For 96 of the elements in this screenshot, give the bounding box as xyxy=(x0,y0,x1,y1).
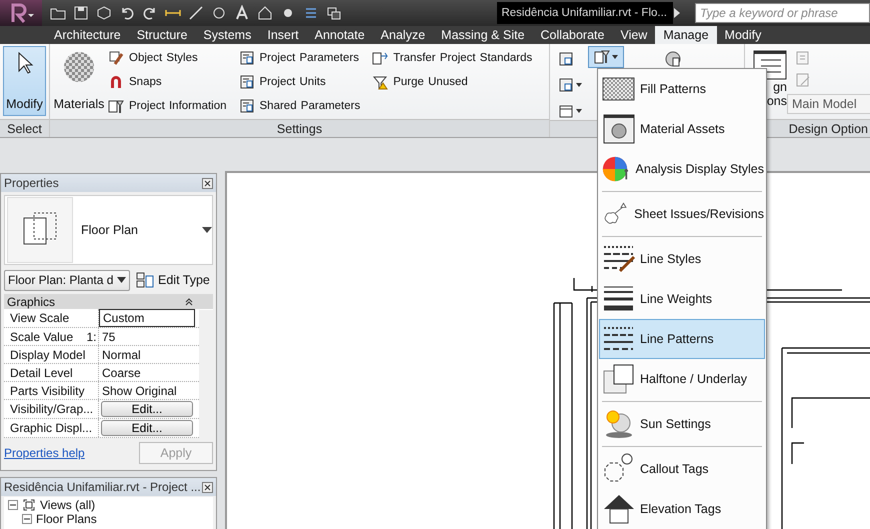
collapse-icon[interactable] xyxy=(185,298,193,306)
parameters-icon xyxy=(238,74,255,90)
ribbon-command[interactable]: Object Styles xyxy=(129,52,198,64)
property-name: Display Model xyxy=(4,346,99,364)
menu-item[interactable]: Halftone / Underlay xyxy=(599,359,765,399)
ribbon-tab[interactable]: Massing & Site xyxy=(433,26,533,44)
app-menu-button[interactable] xyxy=(0,0,42,26)
design-option-select[interactable]: Main Model xyxy=(787,94,870,114)
property-name: View Scale xyxy=(4,309,99,328)
palette-title: Properties xyxy=(4,176,59,190)
ribbon-tab[interactable]: Analyze xyxy=(372,26,434,44)
ribbon-command[interactable]: Snaps xyxy=(129,76,162,88)
tree-item[interactable]: Views (all) xyxy=(40,498,96,512)
group-header: Graphics xyxy=(7,294,56,309)
collapse-icon[interactable] xyxy=(22,514,32,524)
overlapping-squares-icon xyxy=(602,363,636,395)
ribbon-command[interactable]: Project Units xyxy=(260,76,326,88)
menu-item[interactable]: Analysis Display Styles xyxy=(599,149,765,189)
material-icon xyxy=(602,113,636,145)
caret-icon xyxy=(117,277,126,283)
caret-icon[interactable] xyxy=(576,108,582,114)
parameters-icon[interactable] xyxy=(558,77,574,93)
property-value: Coarse xyxy=(101,364,142,382)
ribbon-command[interactable]: Shared Parameters xyxy=(260,100,360,112)
brush-icon xyxy=(108,50,124,66)
edit-button[interactable]: Edit... xyxy=(101,401,193,418)
caret-icon xyxy=(202,227,212,233)
type-selector[interactable]: Floor Plan xyxy=(4,195,213,265)
property-name: Graphic Displ... xyxy=(4,419,99,438)
materials-button[interactable]: Materials xyxy=(53,46,105,116)
menu-item[interactable]: Sheet Issues/Revisions xyxy=(599,194,765,234)
save-icon[interactable] xyxy=(73,5,89,21)
edit-type-button[interactable]: Edit Type xyxy=(136,272,210,288)
panel-label: Settings xyxy=(50,119,549,137)
parameters-icon xyxy=(238,98,255,114)
house-icon[interactable] xyxy=(257,5,273,21)
palette-title: Residência Unifamiliar.rvt - Project ... xyxy=(4,480,201,494)
property-value: 75 xyxy=(101,328,116,346)
close-icon[interactable] xyxy=(202,178,213,188)
search-field[interactable]: Type a keyword or phrase xyxy=(695,3,870,23)
menu-item[interactable]: Elevation Tags xyxy=(599,489,765,529)
ribbon-command[interactable]: Project Information xyxy=(129,100,227,112)
properties-help-link[interactable]: Properties help xyxy=(4,446,85,460)
ribbon-tab[interactable]: Manage xyxy=(655,26,717,44)
ribbon-tab[interactable]: Insert xyxy=(259,26,307,44)
panel-label: Select xyxy=(0,119,49,137)
ribbon-tab[interactable]: Modify xyxy=(716,26,770,44)
checker-sphere-icon xyxy=(63,51,95,83)
menu-item[interactable]: Fill Patterns xyxy=(599,69,765,109)
ribbon-tab[interactable]: Annotate xyxy=(306,26,373,44)
tree-item[interactable]: Floor Plans xyxy=(36,512,97,526)
parameters-icon xyxy=(238,50,255,66)
modify-button[interactable]: Modify xyxy=(3,46,46,116)
house-arrow-icon xyxy=(602,493,636,525)
settings-icon xyxy=(594,49,610,65)
ribbon-command[interactable]: Purge Unused xyxy=(393,76,468,88)
property-name: Scale Value 1: xyxy=(4,328,99,346)
menu-item[interactable]: Line Weights xyxy=(599,279,765,319)
views-icon xyxy=(22,498,36,512)
type-properties-icon xyxy=(136,272,154,288)
menu-item[interactable]: Callout Tags xyxy=(599,449,765,489)
scrollbar[interactable] xyxy=(199,310,213,438)
calendar-icon[interactable] xyxy=(558,103,574,119)
line-styles-icon xyxy=(602,243,636,275)
collapse-icon[interactable] xyxy=(8,500,18,510)
magnet-icon xyxy=(108,74,124,90)
ribbon-tab[interactable]: Architecture xyxy=(46,26,129,44)
property-value: Show Original xyxy=(101,382,178,400)
property-value: Normal xyxy=(101,346,142,364)
caret-icon xyxy=(612,54,618,60)
ribbon-tab[interactable]: Collaborate xyxy=(532,26,612,44)
window-title: Residência Unifamiliar.rvt - Flo... xyxy=(497,2,673,24)
property-name: Visibility/Grap... xyxy=(4,400,99,418)
edit-button[interactable]: Edit... xyxy=(101,420,193,436)
text-icon[interactable] xyxy=(234,5,250,21)
ribbon-command[interactable]: Transfer Project Standards xyxy=(393,52,532,64)
close-icon[interactable] xyxy=(202,482,213,492)
caret-icon[interactable] xyxy=(576,82,582,88)
view-instance-select[interactable]: Floor Plan: Planta d xyxy=(4,270,130,290)
property-name: Parts Visibility xyxy=(4,382,99,400)
windows-icon[interactable] xyxy=(326,5,342,21)
ribbon-command[interactable]: Project Parameters xyxy=(260,52,359,64)
cube-icon[interactable] xyxy=(96,5,112,21)
menu-item[interactable]: Line Patterns xyxy=(599,319,765,359)
ribbon-tab[interactable]: Systems xyxy=(195,26,260,44)
parameters-icon[interactable] xyxy=(558,51,574,67)
menu-item[interactable]: Sun Settings xyxy=(599,404,765,444)
property-value-field[interactable]: Custom xyxy=(99,309,195,328)
menu-item[interactable]: Line Styles xyxy=(599,239,765,279)
redo-icon[interactable] xyxy=(142,5,158,21)
transfer-icon xyxy=(372,50,388,66)
ribbon-tab[interactable]: View xyxy=(612,26,656,44)
ribbon-tab[interactable]: Structure xyxy=(128,26,196,44)
property-name: Detail Level xyxy=(4,364,99,382)
purge-icon xyxy=(372,74,388,90)
additional-settings-button[interactable] xyxy=(588,46,624,68)
